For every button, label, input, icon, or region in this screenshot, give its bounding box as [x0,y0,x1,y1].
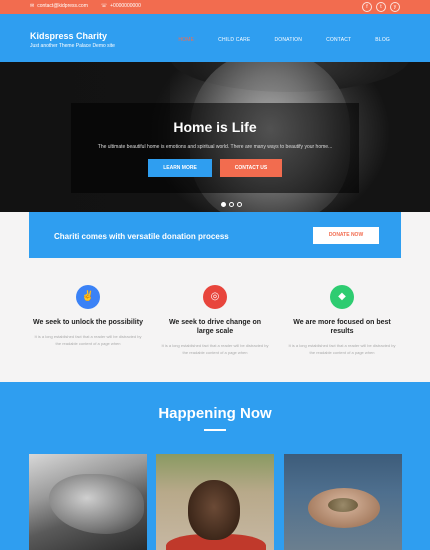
nav-item-contact[interactable]: CONTACT [314,37,363,43]
nav-item-donation[interactable]: DONATION [262,37,314,43]
donate-text: Chariti comes with versatile donation pr… [54,232,229,241]
email-link[interactable]: contact@kidpress.com [37,3,88,9]
feature-description: It is a long established fact that a rea… [34,334,142,346]
contact-us-button[interactable]: CONTACT US [220,159,282,177]
email-icon: ✉ [30,3,35,9]
main-nav: HOME CHILD CARE DONATION CONTACT BLOG [166,37,402,43]
twitter-bird-icon[interactable]: y [390,2,400,12]
site-tagline: Just another Theme Palace Demo site [30,43,115,49]
slider-dot-3[interactable] [237,202,242,207]
facebook-icon[interactable]: f [362,2,372,12]
nav-item-blog[interactable]: BLOG [363,37,402,43]
feature-description: It is a long established fact that a rea… [288,343,396,355]
feature-title[interactable]: We seek to unlock the possibility [33,318,143,327]
site-header: Kidspress Charity Just another Theme Pal… [0,14,430,62]
event-photo-hands[interactable] [29,454,147,550]
happening-title: Happening Now [158,405,272,422]
learn-more-button[interactable]: LEARN MORE [148,159,212,177]
nav-item-child-care[interactable]: CHILD CARE [206,37,262,43]
feature-title[interactable]: We are more focused on best results [287,318,397,336]
nav-item-home[interactable]: HOME [166,37,206,43]
top-bar: ✉ contact@kidpress.com ☏ +0000000000 f t… [0,0,430,14]
event-photo-child[interactable] [156,454,274,550]
feature-description: It is a long established fact that a rea… [161,343,269,355]
target-icon: ◎ [203,285,227,309]
slider-dots [221,202,242,207]
twitter-icon[interactable]: t [376,2,386,12]
site-title[interactable]: Kidspress Charity [30,31,107,41]
coins-image [328,498,358,512]
feature-item: ◎ We seek to drive change on large scale… [160,285,270,356]
event-photo-coins[interactable] [284,454,402,550]
donate-now-button[interactable]: DONATE NOW [313,227,379,244]
title-underline [204,429,226,431]
child-image [188,480,240,540]
feature-title[interactable]: We seek to drive change on large scale [160,318,270,336]
hero-title: Home is Life [173,119,257,135]
contact-info: ✉ contact@kidpress.com ☏ +0000000000 [30,3,141,9]
slider-dot-2[interactable] [229,202,234,207]
hero-subtitle: The ultimate beautiful home is emotions … [97,144,333,150]
phone-icon: ☏ [100,3,108,9]
slider-dot-1[interactable] [221,202,226,207]
diamond-icon: ◆ [330,285,354,309]
feature-item: ◆ We are more focused on best results It… [287,285,397,356]
social-links: f t y [362,2,400,12]
feature-item: ✌ We seek to unlock the possibility It i… [33,285,143,347]
phone-link[interactable]: +0000000000 [110,3,141,9]
peace-icon: ✌ [76,285,100,309]
hands-image [49,474,144,534]
